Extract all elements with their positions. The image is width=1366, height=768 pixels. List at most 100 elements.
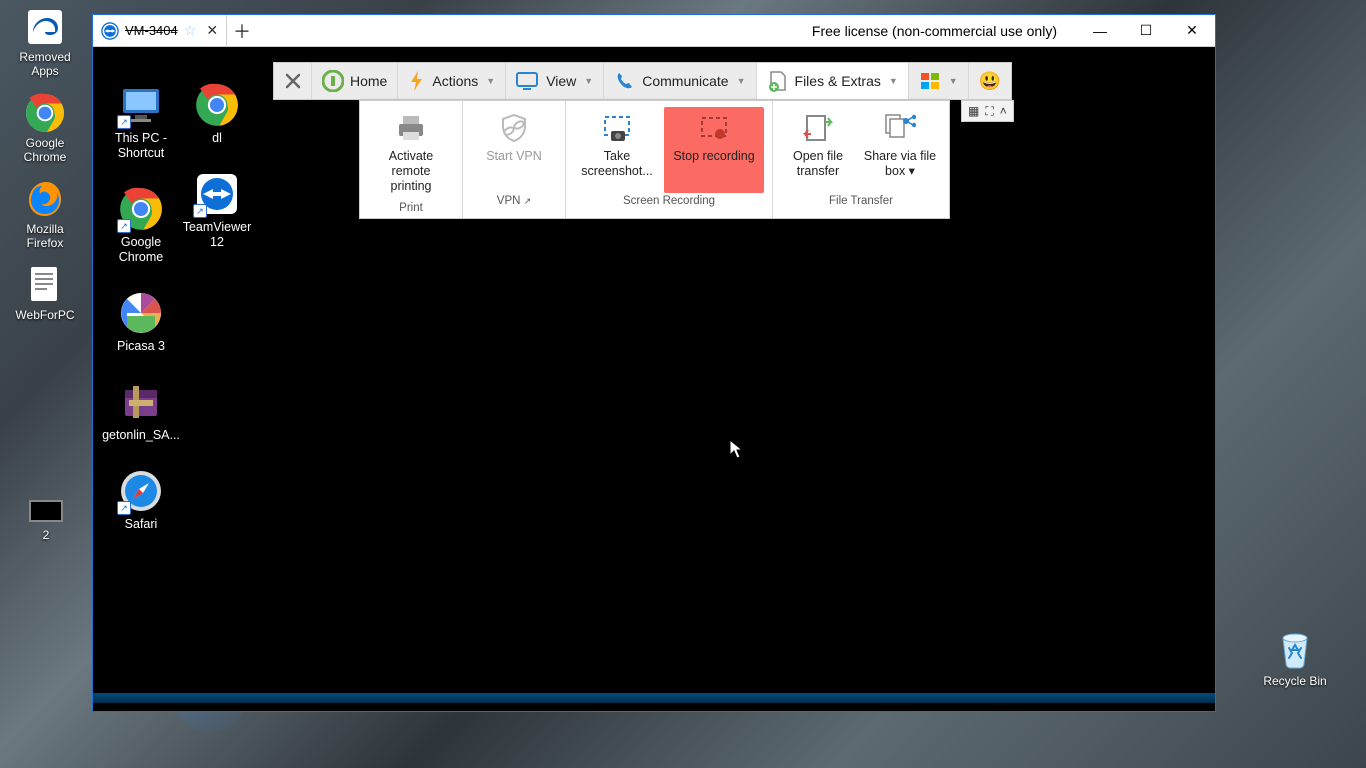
maximize-button[interactable]: ☐ bbox=[1123, 15, 1169, 46]
remote-icon-safari[interactable]: ↗ Safari bbox=[105, 469, 177, 532]
close-tab-button[interactable]: ✕ bbox=[206, 22, 218, 39]
phone-icon bbox=[614, 70, 636, 92]
file-transfer-icon bbox=[801, 113, 835, 143]
toolbar-feedback[interactable]: 😃 bbox=[969, 63, 1011, 99]
ribbon-group-caption: File Transfer bbox=[829, 195, 893, 207]
remote-icon-this-pc[interactable]: ↗ This PC - Shortcut bbox=[105, 83, 177, 161]
remote-icon-label: Picasa 3 bbox=[117, 339, 165, 354]
file-plus-icon bbox=[767, 70, 789, 92]
ribbon-item-label: Take screenshot... bbox=[578, 149, 656, 179]
ribbon-group-file-transfer: Open file transfer Share via file box ▾ … bbox=[773, 101, 949, 218]
remote-icon-picasa[interactable]: Picasa 3 bbox=[105, 291, 177, 354]
close-window-button[interactable]: ✕ bbox=[1169, 15, 1215, 46]
toolbar-actions[interactable]: Actions▼ bbox=[398, 63, 506, 99]
desktop-icon-removed-apps[interactable]: Removed Apps bbox=[14, 6, 76, 78]
open-file-transfer-button[interactable]: Open file transfer bbox=[781, 107, 855, 193]
close-icon bbox=[284, 72, 301, 90]
desktop-icon-label: Mozilla Firefox bbox=[14, 222, 76, 250]
start-vpn-button: Start VPN bbox=[471, 107, 557, 193]
desktop-icon-label: WebForPC bbox=[15, 308, 74, 322]
cmd-icon bbox=[29, 500, 63, 522]
monitor-icon bbox=[516, 71, 540, 91]
toolbar-windows-shortcuts[interactable]: ▼ bbox=[909, 63, 969, 99]
session-tab[interactable]: VM-3404 ☆ ✕ bbox=[93, 15, 227, 46]
monitor-icon: ↗ bbox=[119, 83, 163, 127]
remote-icon-dl[interactable]: dl bbox=[181, 83, 253, 146]
remote-icon-label: Safari bbox=[125, 517, 158, 532]
ribbon-group-caption: VPN ↗ bbox=[497, 195, 531, 207]
activate-remote-printing-button[interactable]: Activate remote printing bbox=[368, 107, 454, 200]
ribbon-group-print: Activate remote printing Print bbox=[360, 101, 463, 218]
toolbar-actions-label: Actions bbox=[432, 73, 478, 89]
windows-icon bbox=[919, 70, 941, 92]
license-text: Free license (non-commercial use only) bbox=[257, 15, 1077, 46]
teamviewer-toolbar: Home Actions▼ View▼ Communicate▼ Files &… bbox=[273, 62, 1012, 100]
collapse-icon[interactable]: ˄ bbox=[1000, 104, 1007, 118]
close-session-button[interactable] bbox=[274, 63, 312, 99]
take-screenshot-button[interactable]: Take screenshot... bbox=[574, 107, 660, 193]
ribbon-group-screen-recording: Take screenshot... Stop recording Screen… bbox=[566, 101, 773, 218]
lightning-icon bbox=[408, 70, 426, 92]
home-icon bbox=[322, 70, 344, 92]
desktop-icon-label: Removed Apps bbox=[14, 50, 76, 78]
toolbar-view[interactable]: View▼ bbox=[506, 63, 604, 99]
fullscreen-icon[interactable]: ⛶ bbox=[985, 104, 993, 119]
printer-icon bbox=[394, 113, 428, 143]
ribbon-item-label: Open file transfer bbox=[785, 149, 851, 179]
toolbar-view-label: View bbox=[546, 73, 576, 89]
desktop-icon-cmd[interactable]: 2 bbox=[26, 500, 66, 542]
remote-icon-teamviewer12[interactable]: ↗ TeamViewer 12 bbox=[181, 172, 253, 250]
smiley-icon: 😃 bbox=[979, 71, 1001, 92]
recycle-bin-icon bbox=[1273, 626, 1317, 670]
toolbar-files-extras[interactable]: Files & Extras▼ bbox=[757, 63, 909, 99]
toolbar-home[interactable]: Home bbox=[312, 63, 398, 99]
desktop-icon-label: Recycle Bin bbox=[1263, 674, 1326, 688]
firefox-icon bbox=[24, 178, 66, 220]
shield-icon bbox=[497, 113, 531, 143]
remote-taskbar bbox=[93, 693, 1215, 703]
chrome-icon bbox=[24, 92, 66, 134]
toolbar-home-label: Home bbox=[350, 73, 387, 89]
ribbon-group-vpn: Start VPN VPN ↗ bbox=[463, 101, 566, 218]
desktop-icon-label: Google Chrome bbox=[14, 136, 76, 164]
teamviewer-icon bbox=[101, 22, 119, 40]
remote-icon-label: dl bbox=[212, 131, 222, 146]
remote-icon-label: This PC - Shortcut bbox=[105, 131, 177, 161]
remote-icon-label: Google Chrome bbox=[105, 235, 177, 265]
new-tab-button[interactable]: ＋ bbox=[227, 15, 257, 46]
document-icon bbox=[24, 264, 66, 306]
teamviewer-window: VM-3404 ☆ ✕ ＋ Free license (non-commerci… bbox=[92, 14, 1216, 712]
desktop-icon-webforpc[interactable]: WebForPC bbox=[14, 264, 76, 322]
remote-icon-winrar[interactable]: getonlin_SA... bbox=[105, 380, 177, 443]
remote-icon-label: TeamViewer 12 bbox=[181, 220, 253, 250]
desktop-icon-recycle-bin[interactable]: Recycle Bin bbox=[1260, 626, 1330, 688]
stop-recording-button[interactable]: Stop recording bbox=[664, 107, 764, 193]
grid-view-icon[interactable]: ▦ bbox=[968, 104, 979, 118]
picasa-icon bbox=[119, 291, 163, 335]
ribbon-item-label: Share via file box ▾ bbox=[863, 149, 937, 179]
teamviewer-icon: ↗ bbox=[195, 172, 239, 216]
toolbar-files-extras-label: Files & Extras bbox=[795, 73, 881, 89]
safari-icon: ↗ bbox=[119, 469, 163, 513]
remote-icon-chrome[interactable]: ↗ Google Chrome bbox=[105, 187, 177, 265]
ribbon-item-label: Stop recording bbox=[673, 149, 754, 164]
mouse-cursor-icon bbox=[729, 439, 743, 459]
winrar-icon bbox=[119, 380, 163, 424]
chrome-icon bbox=[195, 83, 239, 127]
ribbon-item-label: Start VPN bbox=[486, 149, 542, 164]
favorite-icon[interactable]: ☆ bbox=[184, 22, 197, 39]
desktop-icon-google-chrome[interactable]: Google Chrome bbox=[14, 92, 76, 164]
minimize-button[interactable]: — bbox=[1077, 15, 1123, 46]
view-mode-controls: ▦ ⛶ ˄ bbox=[961, 100, 1014, 122]
share-via-filebox-button[interactable]: Share via file box ▾ bbox=[859, 107, 941, 193]
session-tab-label: VM-3404 bbox=[125, 23, 178, 38]
desktop-icon-mozilla-firefox[interactable]: Mozilla Firefox bbox=[14, 178, 76, 250]
ribbon-item-label: Activate remote printing bbox=[372, 149, 450, 194]
ribbon-group-caption: Screen Recording bbox=[623, 195, 715, 207]
teamviewer-titlebar: VM-3404 ☆ ✕ ＋ Free license (non-commerci… bbox=[93, 15, 1215, 47]
edge-icon bbox=[24, 6, 66, 48]
toolbar-communicate[interactable]: Communicate▼ bbox=[604, 63, 756, 99]
remote-icon-label: getonlin_SA... bbox=[102, 428, 180, 443]
window-controls: — ☐ ✕ bbox=[1077, 15, 1215, 46]
camera-icon bbox=[600, 113, 634, 143]
